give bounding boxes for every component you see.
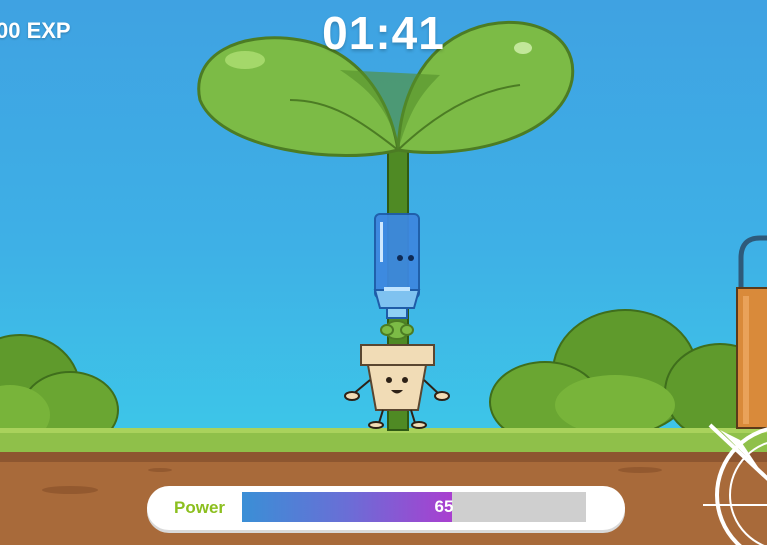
power-value: 65 [434,497,454,516]
power-label: Power [174,498,226,517]
power-meter: Power 65 [147,486,625,530]
watering-can-icon [736,235,767,429]
game-scene: 00 EXP 01:41 Power 65 [0,0,767,545]
bush-right-icon [489,309,767,443]
water-bottle-icon [373,213,421,319]
countdown-timer: 01:41 [322,7,445,59]
power-track: 65 [242,492,586,522]
background-art [0,20,767,545]
